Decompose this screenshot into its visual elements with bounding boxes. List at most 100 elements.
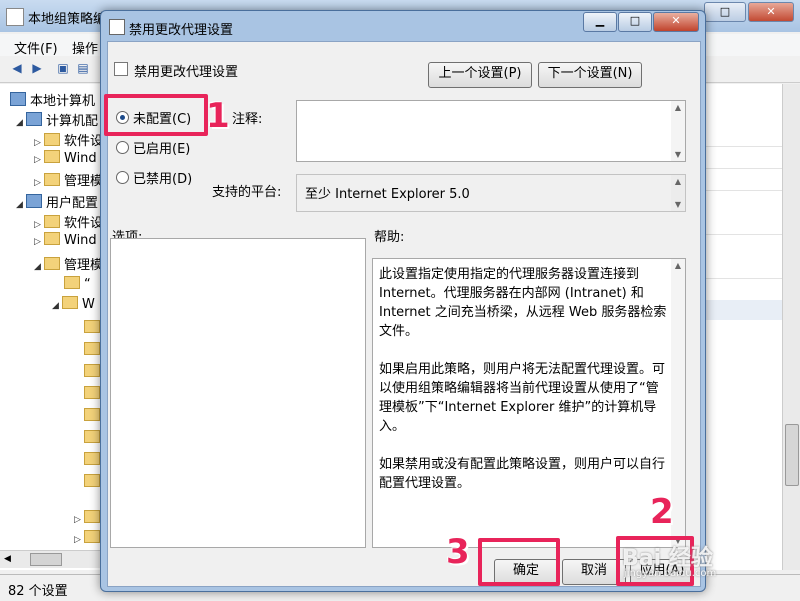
menu-file[interactable]: 文件(F) [14,38,58,57]
tree-item[interactable]: ▷ 管理模 [34,170,100,189]
chevron-right-icon[interactable]: ▷ [34,155,44,165]
folder-icon [84,510,100,523]
maximize-button[interactable]: □ [618,12,652,32]
step-number-3: 3 [446,532,470,572]
chevron-right-icon[interactable]: ▷ [34,220,44,230]
radio-not-configured[interactable]: 未配置(C) [116,108,191,127]
help-text: 此设置指定使用指定的代理服务器设置连接到 Internet。代理服务器在内部网 … [379,267,667,491]
radio-enabled[interactable]: 已启用(E) [116,138,190,157]
forward-arrow-icon[interactable]: ▶ [30,61,44,75]
comment-scrollbar[interactable]: ▲ ▼ [671,101,685,161]
tree-item[interactable]: ◢ 用户配置 [16,192,98,211]
tree-item[interactable]: 本地计算机 [10,90,95,109]
platform-scrollbar[interactable]: ▲ ▼ [671,175,685,211]
scroll-down-icon[interactable]: ▼ [671,150,685,159]
folder-icon [44,215,60,228]
chevron-down-icon[interactable]: ◢ [34,262,44,272]
folder-icon [84,320,100,333]
window-controls: □ ✕ [704,2,794,22]
policy-icon [109,19,125,35]
selected-row[interactable] [700,300,782,320]
dialog-title-bar: 禁用更改代理设置 ▁ □ ✕ [101,11,705,41]
up-folder-icon[interactable]: ▣ [56,61,70,75]
user-config-icon [26,194,42,208]
maximize-button[interactable]: □ [704,2,746,22]
radio-disabled[interactable]: 已禁用(D) [116,168,192,187]
watermark-url: jingyan.baidu.com [624,568,717,579]
radio-checked-icon[interactable] [116,111,129,124]
previous-setting-button[interactable]: 上一个设置(P) [428,62,532,88]
folder-icon [84,430,100,443]
radio-icon[interactable] [116,171,129,184]
chevron-down-icon[interactable]: ◢ [52,301,62,311]
status-text: 82 个设置 [8,584,68,599]
tree-item[interactable]: ▷ [74,510,100,528]
tree-item[interactable] [84,364,100,382]
scroll-up-icon[interactable]: ▲ [671,177,685,186]
setting-icon [114,62,128,76]
chevron-down-icon[interactable]: ◢ [16,200,26,210]
tree-item[interactable]: ▷ 软件设 [34,212,100,231]
supported-platform-field: 至少 Internet Explorer 5.0 ▲ ▼ [296,174,686,212]
chevron-right-icon[interactable]: ▷ [34,237,44,247]
folder-icon [62,296,78,309]
minimize-button[interactable]: ▁ [583,12,617,32]
comment-field[interactable]: ▲ ▼ [296,100,686,162]
folder-icon [44,133,60,146]
tree-horizontal-scrollbar[interactable]: ◀ [0,550,100,568]
folder-icon [44,173,60,186]
radio-icon[interactable] [116,141,129,154]
tree-item[interactable]: ▷ 软件设 [34,130,100,149]
help-label: 帮助: [374,230,405,245]
tree-item[interactable] [84,430,100,448]
supported-platform-value: 至少 Internet Explorer 5.0 [305,187,470,202]
comment-label: 注释: [232,112,263,127]
tree-item[interactable] [84,408,100,426]
chevron-right-icon[interactable]: ▷ [34,178,44,188]
chevron-right-icon[interactable]: ▷ [34,138,44,148]
folder-icon [84,452,100,465]
tree-item[interactable] [84,342,100,360]
ok-button[interactable]: 确定 [494,559,558,585]
scroll-up-icon[interactable]: ▲ [671,103,685,112]
chevron-right-icon[interactable]: ▷ [74,515,84,525]
tree-item[interactable] [84,320,100,338]
scroll-left-icon[interactable]: ◀ [4,554,11,564]
list-vertical-scrollbar[interactable] [782,84,800,570]
cancel-button[interactable]: 取消 [562,559,626,585]
menu-action[interactable]: 操作 [72,38,98,57]
scroll-up-icon[interactable]: ▲ [671,261,685,270]
folder-icon [84,364,100,377]
scroll-thumb[interactable] [30,553,62,566]
tree-item[interactable]: ▷ [74,530,100,548]
dialog-window-controls: ▁ □ ✕ [583,12,699,32]
tree-item[interactable]: ◢ W [52,296,95,314]
close-button[interactable]: ✕ [653,12,699,32]
tree-item[interactable]: ◢ 计算机配 [16,110,98,129]
step-number-2: 2 [650,492,674,532]
close-button[interactable]: ✕ [748,2,794,22]
chevron-right-icon[interactable]: ▷ [74,535,84,545]
tree-item[interactable]: ▷ Wind [34,232,97,250]
tree-item[interactable]: ▷ Wind [34,150,97,168]
computer-config-icon [26,112,42,126]
policy-setting-dialog: 禁用更改代理设置 ▁ □ ✕ 禁用更改代理设置 上一个设置(P) 下一个设置(N… [100,10,706,592]
chevron-down-icon[interactable]: ◢ [16,118,26,128]
folder-icon [84,408,100,421]
tree-item[interactable]: “ [64,276,91,294]
show-tree-icon[interactable]: ▤ [76,61,90,75]
window-title: 本地组策略编 [28,12,107,27]
scroll-down-icon[interactable]: ▼ [671,200,685,209]
folder-icon [84,530,100,543]
supported-platform-label: 支持的平台: [212,185,282,200]
back-arrow-icon[interactable]: ◀ [10,61,24,75]
tree-item[interactable] [84,452,100,470]
scroll-thumb[interactable] [785,424,799,486]
tree-item[interactable] [84,386,100,404]
folder-icon [44,257,60,270]
tree-item[interactable]: ◢ 管理模 [34,254,100,273]
next-setting-button[interactable]: 下一个设置(N) [538,62,642,88]
folder-icon [84,342,100,355]
folder-icon [64,276,80,289]
tree-item[interactable] [84,474,100,492]
